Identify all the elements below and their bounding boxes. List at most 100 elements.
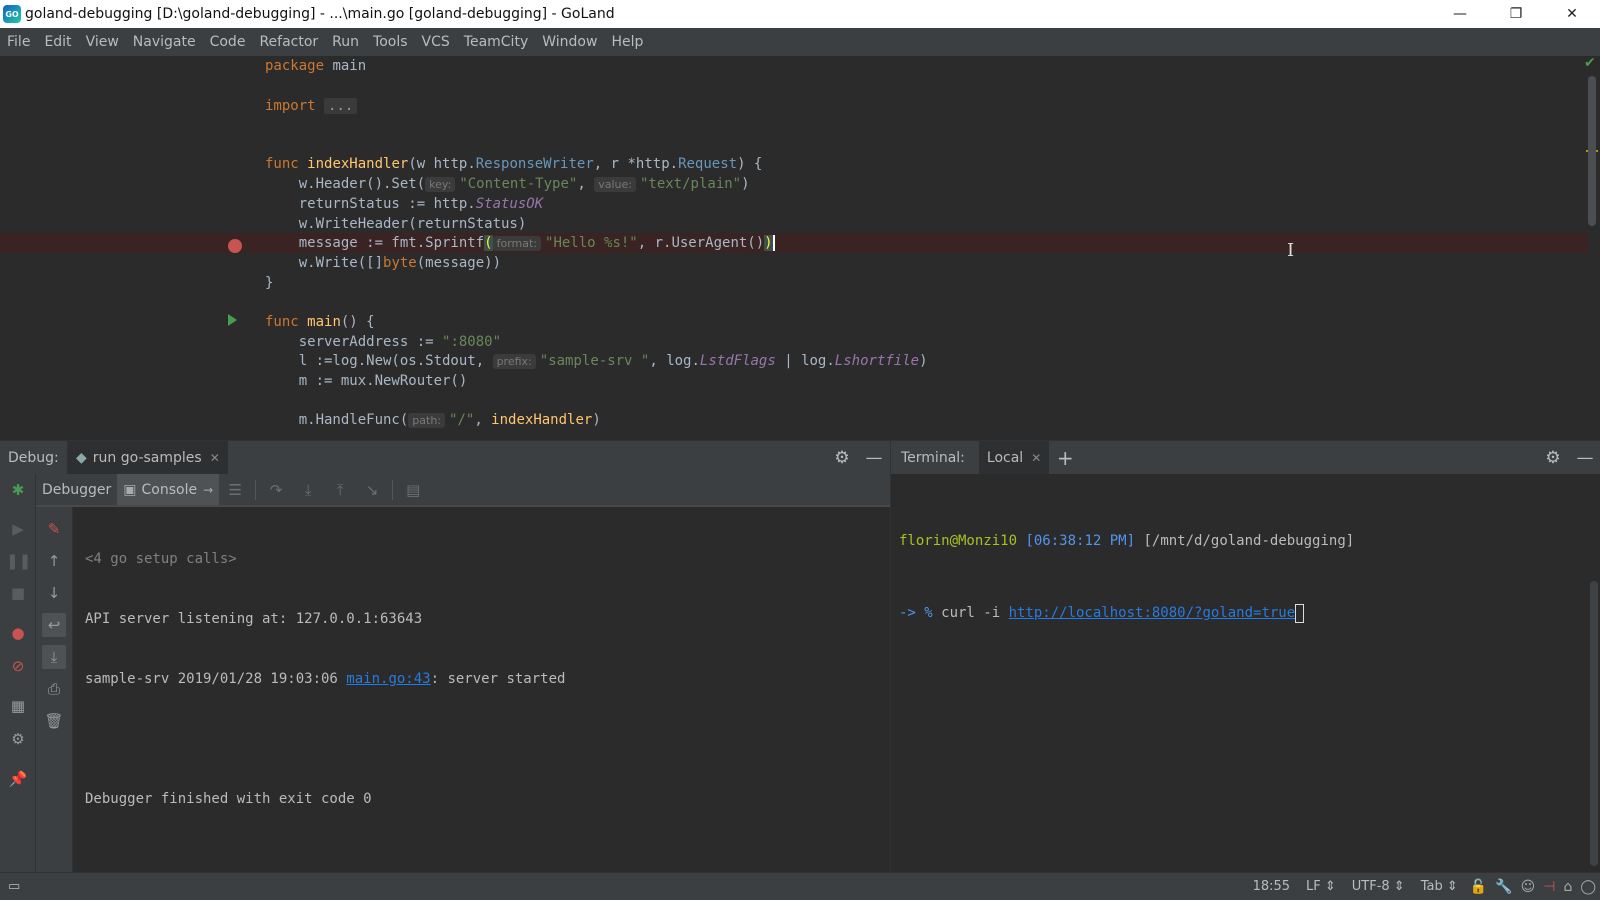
code-token: ( bbox=[484, 235, 493, 251]
lock-icon[interactable]: 🔓 bbox=[1466, 879, 1491, 895]
mouse-text-cursor-icon: I bbox=[1287, 240, 1295, 261]
code-line[interactable]: import ... bbox=[0, 96, 1588, 116]
menu-teamcity[interactable]: TeamCity bbox=[457, 34, 535, 50]
code-token: Request bbox=[678, 156, 738, 172]
event-log-icon[interactable]: ◯ bbox=[1576, 879, 1600, 895]
trash-icon[interactable]: 🗑 bbox=[42, 709, 66, 733]
code-line[interactable]: returnStatus := http.StatusOK bbox=[0, 194, 1588, 214]
console-line-api: API server listening at: 127.0.0.1:63643 bbox=[85, 611, 423, 627]
code-token: , bbox=[474, 412, 492, 428]
tab-run-go-samples[interactable]: ◆ run go-samples ✕ bbox=[67, 441, 228, 474]
menu-view[interactable]: View bbox=[79, 34, 126, 50]
menu-code[interactable]: Code bbox=[203, 34, 253, 50]
tab-local[interactable]: Local ✕ bbox=[978, 441, 1050, 474]
layout-icon[interactable]: ▦ bbox=[6, 694, 30, 718]
file-encoding[interactable]: UTF-8 ⇕ bbox=[1344, 879, 1413, 894]
code-token: , log. bbox=[649, 353, 700, 369]
step-over-icon[interactable]: ↷ bbox=[260, 481, 292, 499]
code-line[interactable]: func main() { bbox=[0, 312, 1588, 332]
memory-icon[interactable]: ⌂ bbox=[1559, 879, 1576, 895]
up-arrow-icon[interactable]: ↑ bbox=[42, 549, 66, 573]
resume-icon[interactable]: ▶ bbox=[6, 517, 30, 541]
terminal-command-line[interactable]: -> % curl -i http://localhost:8080/?gola… bbox=[899, 601, 1589, 625]
wrench-icon[interactable]: 🔧 bbox=[1491, 879, 1516, 895]
terminal-url-link[interactable]: http://localhost:8080/?goland=true bbox=[1009, 605, 1296, 621]
menu-tools[interactable]: Tools bbox=[366, 34, 415, 50]
soft-wrap-icon[interactable]: ↩ bbox=[42, 613, 66, 637]
menu-file[interactable]: File bbox=[0, 34, 37, 50]
menu-run[interactable]: Run bbox=[325, 34, 366, 50]
close-tab-icon[interactable]: ✕ bbox=[210, 451, 220, 465]
terminal-output[interactable]: florin@Monzi10 [06:38:12 PM] [/mnt/d/gol… bbox=[899, 481, 1589, 673]
down-arrow-icon[interactable]: ↓ bbox=[42, 581, 66, 605]
source-link[interactable]: main.go:43 bbox=[346, 671, 430, 687]
caret-position[interactable]: 18:55 bbox=[1245, 879, 1298, 894]
code-line[interactable]: w.Write([]byte(message)) bbox=[0, 253, 1588, 273]
editor-scrollbar[interactable] bbox=[1588, 76, 1596, 226]
menu-window[interactable]: Window bbox=[535, 34, 604, 50]
mute-breakpoints-icon[interactable]: ⊘ bbox=[6, 654, 30, 678]
step-into-icon[interactable]: ⤓ bbox=[292, 481, 324, 499]
line-separator[interactable]: LF ⇕ bbox=[1298, 879, 1344, 894]
run-gutter-icon[interactable] bbox=[228, 314, 237, 326]
pause-icon[interactable]: ❚❚ bbox=[6, 549, 31, 573]
code-line[interactable]: l :=log.New(os.Stdout, prefix: "sample-sr… bbox=[0, 351, 1588, 371]
scroll-to-end-icon[interactable]: ⤓ bbox=[42, 645, 66, 669]
code-line[interactable]: } bbox=[0, 273, 1588, 293]
indent-setting[interactable]: Tab ⇕ bbox=[1413, 879, 1466, 894]
evaluate-expression-icon[interactable]: ▤ bbox=[397, 481, 429, 499]
text-caret bbox=[772, 235, 775, 251]
gear-icon[interactable]: ⚙ bbox=[826, 448, 858, 468]
breakpoint-icon[interactable] bbox=[228, 239, 242, 253]
restore-button[interactable]: ❐ bbox=[1488, 0, 1544, 28]
console-output[interactable]: <4 go setup calls> API server listening … bbox=[73, 507, 890, 873]
run-to-cursor-icon[interactable]: ↘ bbox=[356, 481, 388, 499]
hector-icon[interactable]: ☺ bbox=[1517, 879, 1540, 895]
code-line[interactable]: w.Header().Set(key: "Content-Type", value… bbox=[0, 174, 1588, 194]
param-hint-prefix: prefix: bbox=[492, 354, 536, 369]
code-line[interactable]: func indexHandler(w http.ResponseWriter,… bbox=[0, 154, 1588, 174]
print-icon[interactable]: ⎙ bbox=[42, 677, 66, 701]
hide-panel-icon[interactable]: — bbox=[1569, 448, 1600, 468]
tab-console[interactable]: ▣ Console → bbox=[117, 474, 220, 505]
code-line[interactable]: m.HandleFunc(path: "/", indexHandler) bbox=[0, 410, 1588, 430]
code-line[interactable]: serverAddress := ":8080" bbox=[0, 332, 1588, 352]
view-breakpoints-icon[interactable]: ● bbox=[6, 621, 30, 645]
stop-icon[interactable]: ■ bbox=[6, 581, 30, 605]
step-out-icon[interactable]: ⤒ bbox=[324, 481, 356, 499]
code-token: ":8080" bbox=[442, 334, 502, 350]
inspection-ok-icon[interactable]: ✔ bbox=[1584, 56, 1598, 70]
toggle-tool-windows-icon[interactable]: ▭ bbox=[0, 879, 28, 894]
code-line[interactable]: package main bbox=[0, 56, 1588, 76]
close-button[interactable]: ✕ bbox=[1544, 0, 1600, 28]
frames-icon[interactable]: ☰ bbox=[219, 481, 251, 499]
console-line-finished: Debugger finished with exit code 0 bbox=[85, 791, 372, 807]
gear-icon[interactable]: ⚙ bbox=[1537, 448, 1569, 468]
menu-refactor[interactable]: Refactor bbox=[252, 34, 325, 50]
hide-panel-icon[interactable]: — bbox=[858, 448, 890, 468]
menu-navigate[interactable]: Navigate bbox=[126, 34, 203, 50]
console-line-setup[interactable]: <4 go setup calls> bbox=[85, 549, 890, 569]
debug-bug-icon[interactable]: ✱ bbox=[6, 478, 30, 502]
menu-edit[interactable]: Edit bbox=[37, 34, 78, 50]
new-terminal-icon[interactable]: + bbox=[1049, 446, 1081, 470]
minimize-button[interactable]: — bbox=[1432, 0, 1488, 28]
restore-layout-icon[interactable]: → bbox=[203, 483, 213, 497]
code-token: m.HandleFunc( bbox=[265, 412, 409, 428]
git-icon[interactable]: ⊣ bbox=[1539, 879, 1559, 895]
clear-all-icon[interactable]: ✎ bbox=[42, 517, 66, 541]
code-token: main bbox=[307, 314, 341, 330]
terminal-scrollbar[interactable] bbox=[1590, 581, 1598, 866]
code-editor[interactable]: package main import ... func indexHandle… bbox=[0, 56, 1600, 440]
code-line[interactable]: w.WriteHeader(returnStatus) bbox=[0, 214, 1588, 234]
menu-help[interactable]: Help bbox=[604, 34, 650, 50]
settings-icon[interactable]: ⚙ bbox=[6, 727, 30, 751]
tab-debugger[interactable]: Debugger bbox=[36, 474, 117, 505]
code-token: ) bbox=[592, 412, 601, 428]
code-line[interactable]: m := mux.NewRouter() bbox=[0, 371, 1588, 391]
close-tab-icon[interactable]: ✕ bbox=[1031, 451, 1041, 465]
code-token: byte bbox=[383, 255, 417, 271]
pin-icon[interactable]: 📌 bbox=[6, 767, 30, 791]
menu-vcs[interactable]: VCS bbox=[415, 34, 457, 50]
folded-imports[interactable]: ... bbox=[324, 98, 358, 114]
